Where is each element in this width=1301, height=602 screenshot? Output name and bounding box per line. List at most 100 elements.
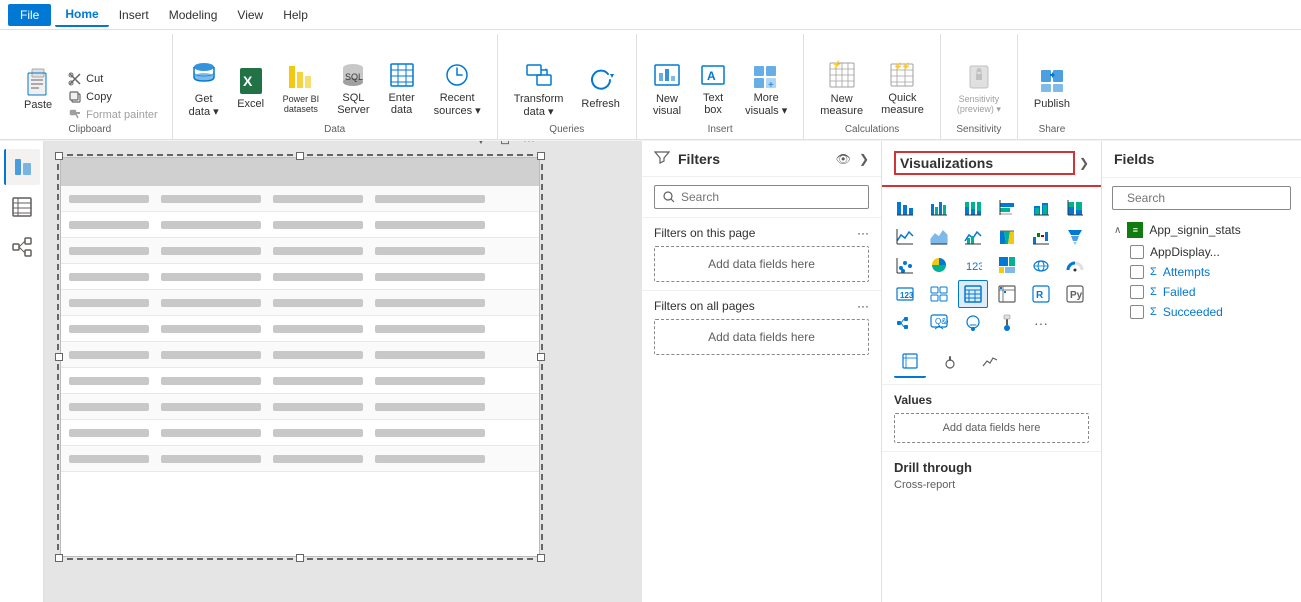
viz-icon-funnel[interactable]	[1060, 222, 1090, 250]
viz-icon-gauge[interactable]	[1060, 251, 1090, 279]
more-options-icon[interactable]: ···	[519, 141, 539, 150]
viz-icon-waterfall[interactable]	[1026, 222, 1056, 250]
viz-title: Visualizations	[894, 151, 1075, 175]
viz-icon-stacked-bar[interactable]	[890, 193, 920, 221]
format-painter-button[interactable]: Format painter	[62, 106, 164, 124]
viz-icon-area[interactable]	[924, 222, 954, 250]
fields-item-appdisplay[interactable]: AppDisplay...	[1102, 242, 1301, 262]
viz-icon-more-dots[interactable]: ···	[1026, 309, 1056, 337]
sidebar-btn-report[interactable]	[4, 149, 40, 185]
paste-button[interactable]: Paste	[16, 52, 60, 124]
table-cell	[161, 403, 261, 411]
menu-item-help[interactable]: Help	[273, 4, 318, 26]
filters-on-all-pages-more[interactable]: ···	[857, 299, 869, 313]
canvas[interactable]: ▼ ⊡ ···	[60, 157, 540, 557]
viz-icon-line-clustered[interactable]	[958, 222, 988, 250]
fields-search-input[interactable]	[1127, 191, 1282, 205]
viz-icon-pie[interactable]	[924, 251, 954, 279]
new-visual-button[interactable]: Newvisual	[645, 52, 689, 124]
viz-icon-treemap[interactable]	[992, 251, 1022, 279]
quick-measure-button[interactable]: ⚡ ⚡ Quickmeasure	[873, 52, 932, 124]
viz-icon-paint-brush[interactable]	[992, 309, 1022, 337]
recent-sources-label: Recentsources ▾	[434, 92, 481, 117]
viz-icon-clustered-bar[interactable]	[924, 193, 954, 221]
viz-icon-clustered-column[interactable]	[1026, 193, 1056, 221]
viz-icon-python[interactable]: Py	[1060, 280, 1090, 308]
viz-icon-table[interactable]	[958, 280, 988, 308]
viz-values-area: Values Add data fields here	[882, 385, 1101, 451]
get-data-button[interactable]: Getdata ▾	[181, 52, 227, 124]
filter-icon-header	[654, 149, 670, 168]
filters-search-box[interactable]	[654, 185, 869, 209]
resize-handle-b[interactable]	[296, 554, 304, 562]
publish-button[interactable]: Publish	[1026, 52, 1078, 124]
field-checkbox-appdisplay[interactable]	[1130, 245, 1144, 259]
filters-search-input[interactable]	[681, 190, 860, 204]
sql-server-button[interactable]: SQL SQLServer	[329, 52, 377, 124]
more-visuals-button[interactable]: + Morevisuals ▾	[737, 52, 795, 124]
sensitivity-button[interactable]: Sensitivity(preview) ▾	[949, 52, 1009, 124]
viz-expand-icon[interactable]: ❯	[1079, 156, 1089, 170]
svg-text:+: +	[768, 80, 774, 90]
field-checkbox-attempts[interactable]	[1130, 265, 1144, 279]
new-measure-button[interactable]: ⚡ Newmeasure	[812, 52, 871, 124]
fields-table-app-signin-stats[interactable]: ∧ ≡ App_signin_stats	[1102, 218, 1301, 242]
viz-tab-format[interactable]	[934, 350, 966, 377]
fields-search-box[interactable]	[1112, 186, 1291, 210]
filters-on-this-page-more[interactable]: ···	[857, 226, 869, 240]
filters-expand-icon[interactable]: ❯	[859, 152, 869, 166]
viz-tab-fields[interactable]	[894, 349, 926, 378]
viz-tab-analytics[interactable]	[974, 350, 1006, 377]
table-name-label: App_signin_stats	[1149, 223, 1240, 237]
menu-item-home[interactable]: Home	[55, 3, 108, 27]
filters-eye-icon[interactable]: 👁	[836, 152, 851, 166]
viz-icon-ribbon[interactable]	[992, 222, 1022, 250]
table-cell	[161, 273, 261, 281]
filter-icon[interactable]: ▼	[471, 141, 491, 150]
fields-item-succeeded[interactable]: Σ Succeeded	[1102, 302, 1301, 322]
viz-icon-line[interactable]	[890, 222, 920, 250]
field-checkbox-failed[interactable]	[1130, 285, 1144, 299]
viz-icon-100pct-bar[interactable]	[958, 193, 988, 221]
menu-item-insert[interactable]: Insert	[109, 4, 159, 26]
sidebar-btn-model[interactable]	[4, 229, 40, 265]
filters-panel: Filters 👁 ❯ Filters on this page ··· Add…	[642, 141, 882, 602]
viz-add-data-fields[interactable]: Add data fields here	[894, 413, 1089, 443]
filters-on-all-pages-add[interactable]: Add data fields here	[654, 319, 869, 355]
resize-handle-br[interactable]	[537, 554, 545, 562]
viz-icon-qa[interactable]: Q&A	[924, 309, 954, 337]
filters-on-this-page-add[interactable]: Add data fields here	[654, 246, 869, 282]
viz-icon-key-influencers[interactable]: 123	[958, 251, 988, 279]
refresh-button[interactable]: Refresh	[573, 52, 628, 124]
sidebar-btn-data[interactable]	[4, 189, 40, 225]
viz-icon-matrix[interactable]	[992, 280, 1022, 308]
menu-item-file[interactable]: File	[8, 4, 51, 26]
viz-icon-card[interactable]: 123	[890, 280, 920, 308]
filters-title: Filters	[678, 151, 828, 167]
resize-handle-bl[interactable]	[55, 554, 63, 562]
fields-item-attempts[interactable]: Σ Attempts	[1102, 262, 1301, 282]
viz-icon-map[interactable]	[1026, 251, 1056, 279]
power-bi-datasets-button[interactable]: Power BIdatasets	[275, 52, 328, 124]
menu-item-modeling[interactable]: Modeling	[159, 4, 228, 26]
menu-item-view[interactable]: View	[227, 4, 273, 26]
copy-button[interactable]: Copy	[62, 88, 164, 106]
report-icon	[13, 157, 33, 177]
focus-icon[interactable]: ⊡	[495, 141, 515, 150]
text-box-button[interactable]: A Textbox	[691, 52, 735, 124]
field-checkbox-succeeded[interactable]	[1130, 305, 1144, 319]
viz-icon-stacked-column[interactable]	[992, 193, 1022, 221]
viz-icon-decomp-tree[interactable]	[890, 309, 920, 337]
excel-button[interactable]: X Excel	[229, 52, 273, 124]
transform-data-button[interactable]: Transformdata ▾	[506, 52, 572, 124]
viz-icon-smart-narrative[interactable]	[958, 309, 988, 337]
filters-on-all-pages-header: Filters on all pages ···	[654, 299, 869, 313]
viz-icon-scatter[interactable]	[890, 251, 920, 279]
recent-sources-button[interactable]: Recentsources ▾	[426, 52, 489, 124]
fields-item-failed[interactable]: Σ Failed	[1102, 282, 1301, 302]
viz-icon-r-script[interactable]: R	[1026, 280, 1056, 308]
cut-button[interactable]: Cut	[62, 70, 164, 88]
enter-data-button[interactable]: Enterdata	[380, 52, 424, 124]
viz-icon-multi-row-card[interactable]	[924, 280, 954, 308]
viz-icon-100pct-column[interactable]	[1060, 193, 1090, 221]
